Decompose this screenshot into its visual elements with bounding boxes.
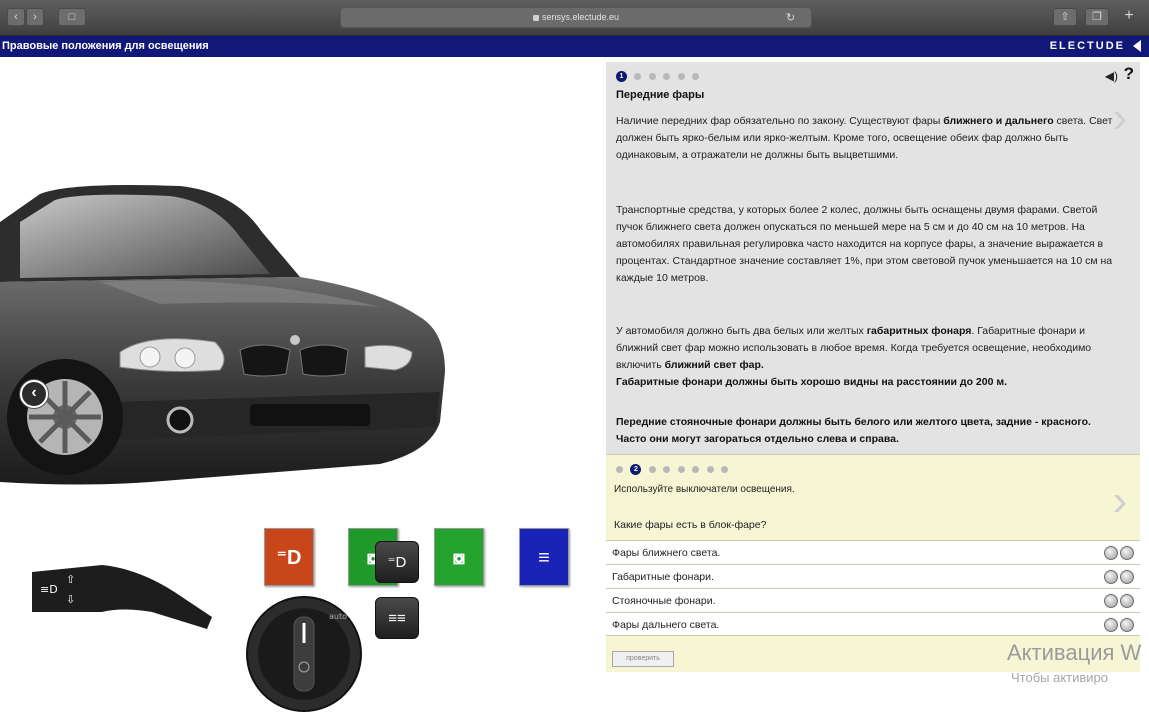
answer-yes-radio[interactable]: [1104, 594, 1118, 608]
lesson-page-dots: 1: [616, 68, 702, 83]
lock-icon: [532, 14, 539, 21]
answer-yes-radio[interactable]: [1104, 618, 1118, 632]
answer-row[interactable]: Стояночные фонари.: [606, 588, 1140, 612]
car-image: [0, 185, 445, 485]
previous-view-arrow-icon[interactable]: ‹: [20, 380, 48, 408]
page-title: Правовые положения для освещения: [2, 40, 209, 52]
svg-text:⇩: ⇩: [66, 593, 75, 606]
activation-watermark-subtext: Чтобы активиро: [1011, 670, 1109, 685]
brand-logo: ELECTUDE: [1049, 40, 1125, 52]
tabs-icon[interactable]: ❐: [1085, 8, 1109, 26]
address-url: sensys.electude.eu: [341, 12, 811, 22]
page-dot[interactable]: [663, 73, 671, 81]
quiz-dot[interactable]: [721, 466, 729, 474]
quiz-question: Какие фары есть в блок-фаре?: [614, 519, 767, 531]
help-icon[interactable]: ?: [1124, 64, 1134, 84]
answer-yes-radio[interactable]: [1104, 570, 1118, 584]
check-button[interactable]: проверить: [612, 651, 674, 667]
answer-label: Фары ближнего света.: [612, 547, 721, 559]
quiz-dot[interactable]: [663, 466, 671, 474]
lesson-paragraph-3: У автомобиля должно быть два белых или ж…: [616, 325, 1092, 388]
page-dot[interactable]: [692, 73, 700, 81]
share-icon[interactable]: ⇧: [1053, 8, 1077, 26]
lesson-paragraph-4: Передние стояночные фонари должны быть б…: [616, 416, 1091, 445]
front-fog-switch[interactable]: ⁼D: [375, 541, 419, 583]
activation-watermark: Активация W: [1007, 640, 1142, 665]
svg-text:auto: auto: [329, 612, 347, 621]
page-dot[interactable]: [634, 73, 642, 81]
fog-light-front-indicator[interactable]: ⁼D: [264, 528, 314, 586]
new-tab-icon[interactable]: +: [1117, 8, 1141, 26]
quiz-page-dots: 2: [616, 461, 731, 476]
quiz-instruction: Используйте выключатели освещения.: [614, 484, 795, 495]
answer-row[interactable]: Фары ближнего света.: [606, 540, 1140, 564]
quiz-dot[interactable]: [677, 466, 685, 474]
quiz-dot[interactable]: [616, 466, 623, 474]
address-bar[interactable]: sensys.electude.eu ↻: [340, 7, 812, 28]
simulation-stage: ‹ ⁼D ⧇ ⧇ ≡ ≡D ⇧ ⇩ auto ⁼D ≡≡: [0, 57, 600, 712]
rear-fog-switch[interactable]: ≡≡: [375, 597, 419, 639]
quiz-next-arrow-icon[interactable]: ›: [1106, 479, 1134, 523]
quiz-dot-active[interactable]: 2: [630, 464, 642, 476]
sidebar-toggle-icon[interactable]: □: [58, 8, 86, 26]
app-titlebar: Правовые положения для освещения ELECTUD…: [0, 36, 1149, 57]
rotary-light-switch[interactable]: auto: [245, 595, 363, 713]
browser-toolbar: ‹ › □ sensys.electude.eu ↻ ⇧ ❐ +: [0, 0, 1149, 36]
lesson-paragraph-1: Наличие передних фар обязательно по зако…: [616, 115, 1113, 161]
parking-light-indicator[interactable]: ⧇: [434, 528, 484, 586]
answer-no-radio[interactable]: [1120, 570, 1134, 584]
lesson-paragraph-2: Транспортные средства, у которых более 2…: [616, 204, 1113, 284]
section-title: Передние фары: [616, 89, 705, 101]
svg-text:⇧: ⇧: [66, 573, 75, 586]
page-dot[interactable]: [677, 73, 685, 81]
svg-text:≡D: ≡D: [40, 583, 58, 596]
reload-icon[interactable]: ↻: [786, 11, 795, 24]
speaker-icon[interactable]: ◀): [1105, 69, 1118, 83]
answer-no-radio[interactable]: [1120, 546, 1134, 560]
browser-back-button[interactable]: ‹: [7, 8, 25, 26]
answer-no-radio[interactable]: [1120, 594, 1134, 608]
back-arrow-icon[interactable]: [1133, 40, 1141, 52]
page-dot-active[interactable]: 1: [616, 71, 627, 83]
answer-label: Габаритные фонари.: [612, 571, 714, 583]
page-dot[interactable]: [648, 73, 656, 81]
answer-list: Фары ближнего света. Габаритные фонари. …: [606, 540, 1140, 636]
light-stalk-switch[interactable]: ≡D ⇧ ⇩: [32, 557, 212, 632]
browser-forward-button[interactable]: ›: [26, 8, 44, 26]
answer-no-radio[interactable]: [1120, 618, 1134, 632]
lesson-panel: 1 ◀) ? › Передние фары Наличие передних …: [606, 62, 1140, 672]
answer-label: Фары дальнего света.: [612, 619, 720, 631]
answer-row[interactable]: Габаритные фонари.: [606, 564, 1140, 588]
answer-label: Стояночные фонари.: [612, 595, 716, 607]
quiz-dot[interactable]: [706, 466, 714, 474]
answer-row[interactable]: Фары дальнего света.: [606, 612, 1140, 636]
high-beam-indicator[interactable]: ≡: [519, 528, 569, 586]
quiz-dot[interactable]: [648, 466, 656, 474]
answer-yes-radio[interactable]: [1104, 546, 1118, 560]
quiz-dot[interactable]: [692, 466, 700, 474]
